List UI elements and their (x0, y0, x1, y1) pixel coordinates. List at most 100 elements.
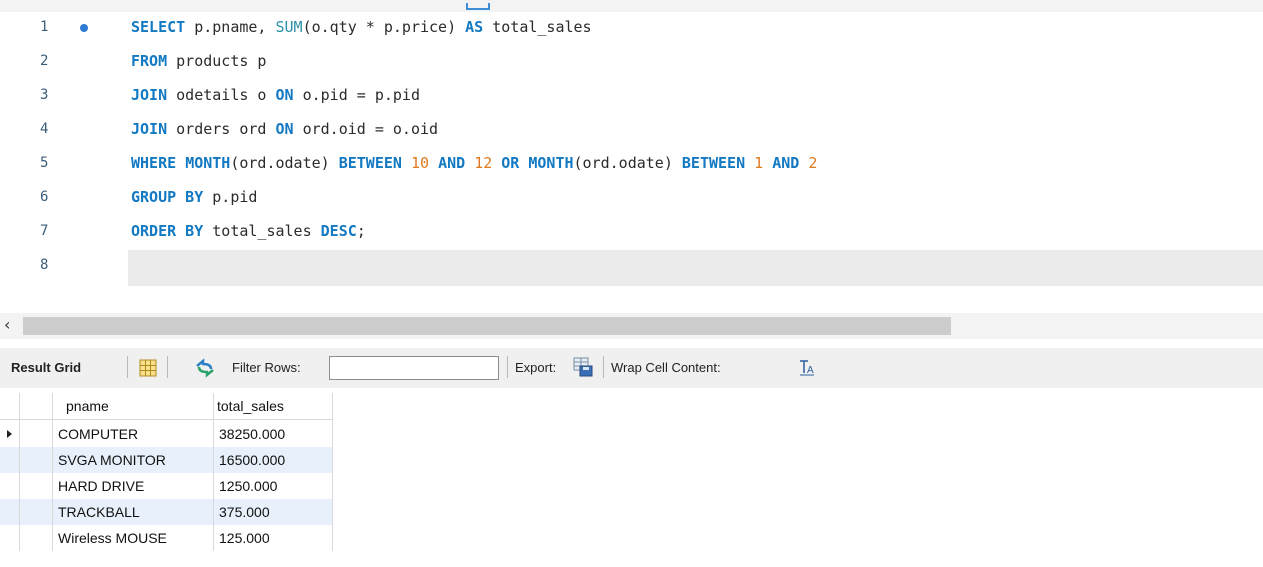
table-row[interactable]: SVGA MONITOR 16500.000 (0, 447, 332, 473)
row-indicator[interactable] (0, 525, 19, 551)
line-number: 3 (40, 87, 49, 103)
row-indicator[interactable] (0, 473, 19, 499)
current-row-arrow-icon[interactable] (0, 421, 19, 447)
code-text: GROUP BY p.pid (131, 188, 257, 206)
table-row[interactable]: Wireless MOUSE 125.000 (0, 525, 332, 551)
sql-keyword: SELECT (131, 18, 186, 36)
code-text: SELECT p.pname, SUM(o.qty * p.price) AS … (131, 18, 592, 36)
export-label: Export: (515, 360, 557, 375)
code-line[interactable]: 1 SELECT p.pname, SUM(o.qty * p.price) AS… (0, 12, 1263, 46)
table-row[interactable]: HARD DRIVE 1250.000 (0, 473, 332, 499)
result-grid-label[interactable]: Result Grid (11, 360, 81, 375)
sql-number: 1 (754, 154, 764, 172)
sql-keyword: ON (275, 86, 294, 104)
sql-text: p.pname, (185, 18, 276, 36)
code-text: FROM products p (131, 52, 266, 70)
sql-text: products p (167, 52, 267, 70)
code-text: JOIN odetails o ON o.pid = p.pid (131, 86, 420, 104)
code-line[interactable]: 6 GROUP BY p.pid (0, 182, 1263, 216)
separator (507, 356, 508, 378)
sql-keyword: OR (501, 154, 520, 172)
code-line[interactable]: 5 WHERE MONTH(ord.odate) BETWEEN 10 AND 1… (0, 148, 1263, 182)
grid-column-divider (332, 393, 333, 551)
wrap-text-icon[interactable]: A (799, 359, 815, 377)
sql-keyword: GROUP BY (131, 188, 204, 206)
sql-keyword: ON (275, 120, 294, 138)
sql-keyword: DESC (320, 222, 357, 240)
sql-number: 10 (410, 154, 430, 172)
separator (127, 356, 128, 378)
top-strip (0, 0, 1263, 12)
table-cell-pname[interactable]: HARD DRIVE (58, 478, 144, 494)
horizontal-scrollbar[interactable]: ‹ (0, 313, 1263, 339)
column-header-total-sales[interactable]: total_sales (217, 398, 284, 414)
sql-keyword: AS (465, 18, 484, 36)
code-line[interactable]: 8 (0, 250, 1263, 286)
tab-marker (466, 3, 490, 10)
row-indicator[interactable] (0, 447, 19, 473)
filter-rows-label: Filter Rows: (232, 360, 301, 375)
sql-keyword: FROM (131, 52, 168, 70)
code-line[interactable]: 7 ORDER BY total_sales DESC; (0, 216, 1263, 250)
column-header-pname[interactable]: pname (66, 398, 109, 414)
sql-keyword: AND (438, 154, 466, 172)
table-cell-pname[interactable]: Wireless MOUSE (58, 530, 167, 546)
current-line-highlight (128, 250, 1263, 286)
svg-text:A: A (807, 365, 814, 376)
scroll-left-icon[interactable]: ‹ (4, 315, 10, 334)
code-line[interactable]: 3 JOIN odetails o ON o.pid = p.pid (0, 80, 1263, 114)
export-icon[interactable] (572, 356, 594, 378)
statement-marker-icon (80, 24, 88, 32)
line-number: 8 (40, 257, 49, 273)
sql-text: o.pid = p.pid (293, 86, 420, 104)
separator (603, 356, 604, 378)
sql-text: (ord.odate) (230, 154, 339, 172)
table-row[interactable]: COMPUTER 38250.000 (0, 421, 332, 447)
grid-layout-icon[interactable] (138, 358, 158, 378)
wrap-cell-content-label: Wrap Cell Content: (611, 360, 721, 375)
table-cell-total-sales[interactable]: 38250.000 (219, 426, 285, 442)
sql-keyword: MONTH (528, 154, 574, 172)
sql-text: total_sales (203, 222, 321, 240)
sql-number: 12 (474, 154, 493, 172)
grid-header-row: pname total_sales (0, 393, 332, 420)
row-indicator[interactable] (0, 499, 19, 525)
code-text: JOIN orders ord ON ord.oid = o.oid (131, 120, 438, 138)
grid-column-divider (19, 393, 20, 551)
sql-keyword: BETWEEN (681, 154, 746, 172)
code-line[interactable]: 2 FROM products p (0, 46, 1263, 80)
sql-keyword: JOIN (131, 86, 168, 104)
sql-keyword: JOIN (131, 120, 168, 138)
table-row[interactable]: TRACKBALL 375.000 (0, 499, 332, 525)
sql-keyword: MONTH (185, 154, 231, 172)
sql-text: (o.qty * p.price) (302, 18, 466, 36)
code-line[interactable]: 4 JOIN orders ord ON ord.oid = o.oid (0, 114, 1263, 148)
line-number: 5 (40, 155, 49, 171)
sql-editor[interactable]: 1 SELECT p.pname, SUM(o.qty * p.price) AS… (0, 12, 1263, 300)
sql-text: odetails o (167, 86, 276, 104)
refresh-icon[interactable] (193, 358, 217, 378)
scrollbar-thumb[interactable] (23, 317, 951, 335)
separator (167, 356, 168, 378)
line-number: 4 (40, 121, 49, 137)
filter-rows-input[interactable] (329, 356, 499, 380)
table-cell-pname[interactable]: SVGA MONITOR (58, 452, 166, 468)
table-cell-pname[interactable]: COMPUTER (58, 426, 138, 442)
table-cell-pname[interactable]: TRACKBALL (58, 504, 140, 520)
sql-keyword: ORDER BY (131, 222, 204, 240)
table-cell-total-sales[interactable]: 1250.000 (219, 478, 277, 494)
line-number: 2 (40, 53, 49, 69)
table-cell-total-sales[interactable]: 125.000 (219, 530, 270, 546)
table-cell-total-sales[interactable]: 375.000 (219, 504, 270, 520)
line-number: 7 (40, 223, 49, 239)
code-text: ORDER BY total_sales DESC; (131, 222, 366, 240)
result-toolbar: Result Grid Filter Rows: Export: Wrap Ce… (0, 348, 1263, 388)
table-cell-total-sales[interactable]: 16500.000 (219, 452, 285, 468)
